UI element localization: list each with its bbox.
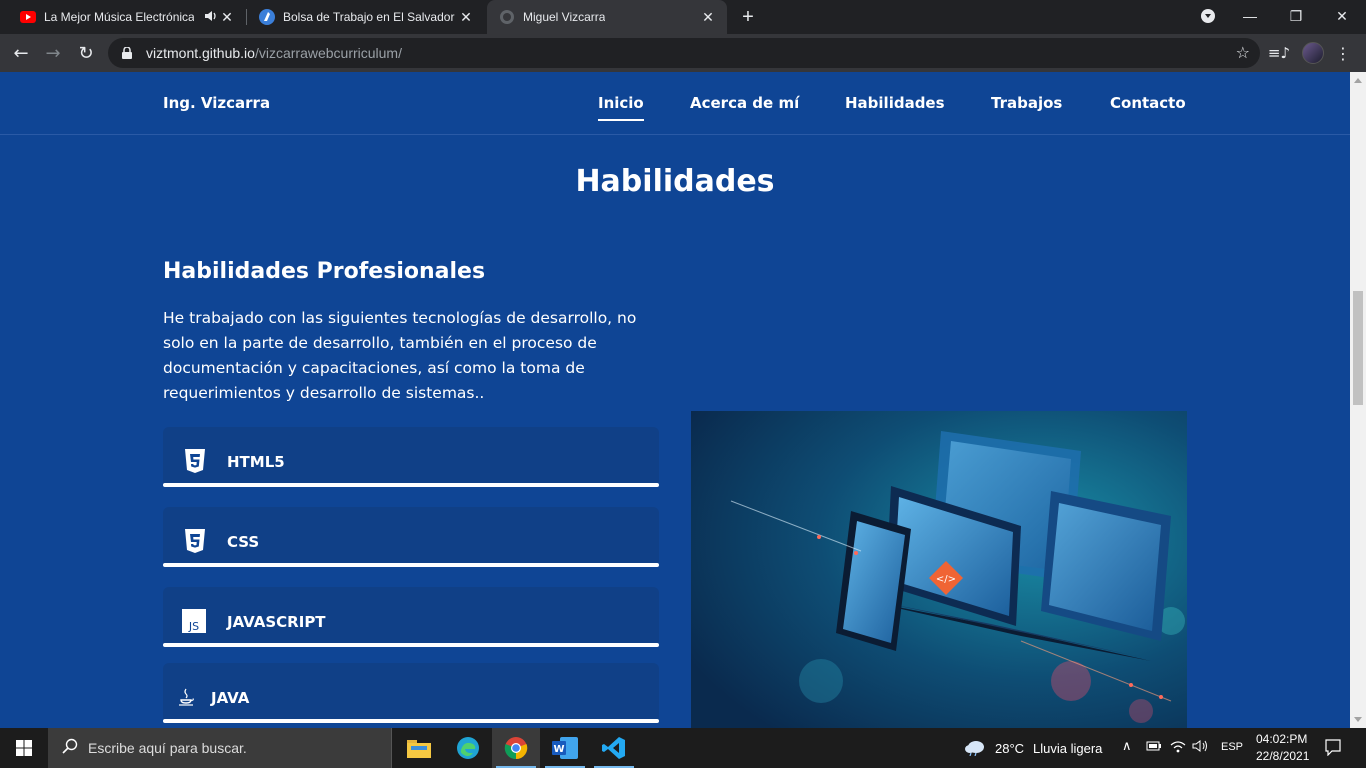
language-indicator[interactable]: ESP: [1221, 741, 1243, 753]
browser-toolbar: ← → ↻ viztmont.github.io/vizcarrawebcurr…: [0, 34, 1366, 72]
youtube-icon: [20, 9, 36, 25]
section-title: Habilidades: [575, 164, 775, 199]
skill-name: HTML5: [227, 453, 285, 471]
skill-progress-bar: [163, 483, 659, 487]
url-path: /vizcarrawebcurriculum/: [254, 45, 402, 61]
weather-description[interactable]: Lluvia ligera: [1033, 741, 1102, 756]
close-tab-icon[interactable]: ✕: [218, 8, 236, 26]
edge-icon[interactable]: [444, 728, 492, 768]
java-icon: [177, 687, 197, 707]
url-text: viztmont.github.io/vizcarrawebcurriculum…: [146, 45, 402, 61]
webpage-viewport: Ing. Vizcarra Inicio Acerca de mí Habili…: [0, 72, 1350, 728]
devices-illustration: </>: [691, 411, 1187, 728]
tab-youtube[interactable]: La Mejor Música Electrónica ✕: [0, 0, 246, 34]
new-tab-button[interactable]: +: [737, 6, 759, 28]
skill-item-java: JAVA: [163, 663, 659, 723]
wifi-icon[interactable]: [1170, 740, 1186, 758]
vscode-icon[interactable]: [590, 728, 638, 768]
skills-subtitle: Habilidades Profesionales: [163, 259, 486, 284]
speaker-icon[interactable]: [204, 9, 218, 25]
nav-link-inicio[interactable]: Inicio: [598, 94, 644, 121]
html5-icon: [183, 449, 207, 473]
bookmark-star-icon[interactable]: ☆: [1236, 43, 1250, 62]
close-tab-icon[interactable]: ✕: [457, 8, 475, 26]
skill-item-html5: HTML5: [163, 427, 659, 487]
skill-name: JAVASCRIPT: [227, 613, 326, 631]
profile-avatar[interactable]: [1302, 42, 1324, 64]
skill-progress-bar: [163, 643, 659, 647]
tab-title: La Mejor Música Electrónica: [44, 10, 194, 24]
close-window-button[interactable]: ✕: [1320, 0, 1364, 32]
weather-cloud-icon[interactable]: [964, 738, 986, 760]
skill-progress-bar: [163, 719, 659, 723]
css3-icon: [183, 529, 207, 553]
taskbar-search-box[interactable]: Escribe aquí para buscar.: [48, 728, 392, 768]
tab-title: Bolsa de Trabajo en El Salvador -: [283, 10, 455, 24]
tab-search-icon[interactable]: [1186, 0, 1230, 32]
battery-icon[interactable]: [1146, 739, 1162, 757]
word-icon[interactable]: W: [541, 728, 589, 768]
nav-link-trabajos[interactable]: Trabajos: [991, 94, 1062, 112]
back-button[interactable]: ←: [6, 38, 36, 68]
skills-description: He trabajado con las siguientes tecnolog…: [163, 309, 637, 402]
nav-link-acerca[interactable]: Acerca de mí: [690, 94, 799, 112]
menu-kebab-icon[interactable]: ⋮: [1328, 38, 1358, 68]
search-placeholder: Escribe aquí para buscar.: [88, 740, 247, 756]
site-navbar: Ing. Vizcarra Inicio Acerca de mí Habili…: [0, 72, 1350, 135]
clock-date[interactable]: 22/8/2021: [1256, 749, 1309, 763]
notification-icon[interactable]: [1324, 738, 1342, 760]
url-host: viztmont.github.io: [146, 45, 255, 61]
svg-text:</>: </>: [936, 574, 956, 585]
weather-temperature[interactable]: 28°C: [995, 741, 1024, 756]
javascript-icon: JS: [182, 609, 206, 633]
chrome-icon[interactable]: [492, 728, 540, 768]
file-explorer-icon[interactable]: [395, 728, 443, 768]
chevron-up-icon[interactable]: ∧: [1122, 739, 1132, 754]
minimize-button[interactable]: —: [1228, 0, 1272, 32]
tab-miguel-vizcarra[interactable]: Miguel Vizcarra ✕: [487, 0, 727, 34]
tab-bolsa-trabajo[interactable]: Bolsa de Trabajo en El Salvador - ✕: [247, 0, 485, 34]
skill-progress-bar: [163, 563, 659, 567]
scroll-up-arrow[interactable]: [1354, 78, 1362, 83]
svg-text:JS: JS: [188, 620, 199, 633]
reload-button[interactable]: ↻: [71, 38, 101, 68]
forward-button[interactable]: →: [38, 38, 68, 68]
volume-icon[interactable]: [1192, 739, 1210, 757]
media-control-icon[interactable]: ≡♪: [1264, 38, 1294, 68]
close-tab-icon[interactable]: ✕: [699, 8, 717, 26]
start-button[interactable]: [0, 728, 48, 768]
nav-link-contacto[interactable]: Contacto: [1110, 94, 1186, 112]
scrollbar-thumb[interactable]: [1353, 291, 1363, 405]
skill-item-javascript: JS JAVASCRIPT: [163, 587, 659, 647]
globe-icon: [499, 9, 515, 25]
browser-tab-strip: La Mejor Música Electrónica ✕ Bolsa de T…: [0, 0, 1366, 34]
svg-text:W: W: [553, 744, 564, 755]
tecoloco-icon: [259, 9, 275, 25]
skill-name: JAVA: [211, 689, 250, 707]
restore-button[interactable]: ❐: [1274, 0, 1318, 32]
search-icon: [62, 738, 78, 758]
site-brand[interactable]: Ing. Vizcarra: [163, 94, 270, 112]
windows-taskbar: Escribe aquí para buscar. W 28°C Lluvia …: [0, 728, 1366, 768]
clock-time[interactable]: 04:02:PM: [1256, 732, 1307, 746]
windows-logo-icon: [16, 740, 32, 756]
nav-link-habilidades[interactable]: Habilidades: [845, 94, 945, 112]
page-scrollbar[interactable]: [1350, 72, 1366, 728]
lock-icon[interactable]: [120, 47, 134, 59]
tab-title: Miguel Vizcarra: [523, 10, 606, 24]
scroll-down-arrow[interactable]: [1354, 717, 1362, 722]
address-bar[interactable]: viztmont.github.io/vizcarrawebcurriculum…: [108, 38, 1260, 68]
skill-item-css: CSS: [163, 507, 659, 567]
skill-name: CSS: [227, 533, 260, 551]
